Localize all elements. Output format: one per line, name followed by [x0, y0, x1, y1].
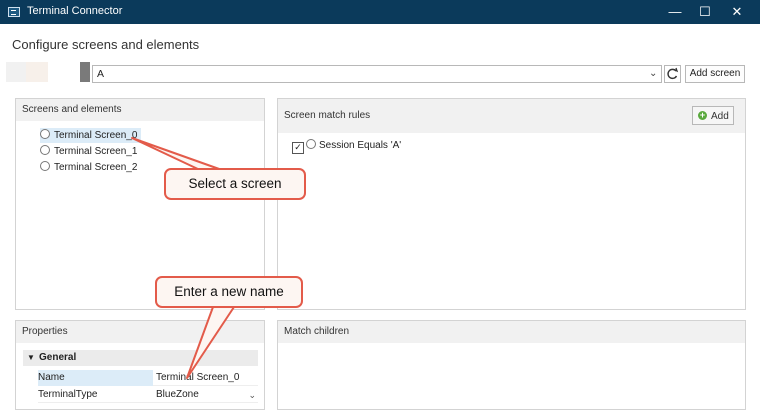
rules-panel-title: Screen match rules: [284, 110, 371, 121]
rule-label: Session Equals 'A': [319, 140, 402, 151]
tree-item-terminal-screen-1[interactable]: Terminal Screen_1: [40, 144, 137, 159]
tree-item-label: Terminal Screen_1: [54, 146, 138, 157]
rule-row[interactable]: ✓ Session Equals 'A': [292, 139, 402, 154]
maximize-button[interactable]: ☐: [690, 0, 720, 24]
tree-item-label: Terminal Screen_2: [54, 162, 138, 173]
callout-select-screen: Select a screen: [164, 168, 306, 200]
radio-icon: [40, 129, 50, 139]
properties-panel: Properties ▼ General Name Terminal Scree…: [15, 320, 265, 410]
title-bar: Terminal Connector — ☐ ✕: [0, 0, 760, 24]
chevron-down-icon[interactable]: ⌄: [649, 68, 657, 79]
add-rule-button[interactable]: + Add: [692, 106, 734, 125]
page-title: Configure screens and elements: [12, 37, 200, 52]
window-title: Terminal Connector: [27, 5, 123, 17]
screen-select[interactable]: A ⌄: [92, 65, 662, 83]
name-field[interactable]: Terminal Screen_0: [156, 370, 258, 386]
match-children-panel: Match children: [277, 320, 746, 410]
terminal-type-select[interactable]: BlueZone ⌄: [156, 387, 258, 403]
screens-panel-header: Screens and elements: [16, 99, 264, 121]
refresh-icon: [667, 67, 679, 80]
callout-enter-name: Enter a new name: [155, 276, 303, 308]
properties-panel-header: Properties: [16, 321, 264, 343]
property-group-label: General: [39, 352, 77, 363]
rule-checkbox[interactable]: ✓: [292, 142, 304, 154]
terminal-type-value: BlueZone: [156, 389, 199, 400]
add-rule-label: Add: [711, 111, 729, 122]
minimize-button[interactable]: —: [660, 0, 690, 24]
tree-item-label: Terminal Screen_0: [54, 130, 138, 141]
property-key: TerminalType: [38, 389, 98, 400]
add-icon: +: [698, 110, 707, 120]
screen-select-value: A: [97, 68, 105, 80]
rules-panel: Screen match rules + Add ✓ Session Equals…: [277, 98, 746, 310]
caret-down-icon: ▼: [27, 353, 35, 362]
swatch-segment: [6, 62, 26, 82]
property-row-terminal-type: TerminalType BlueZone ⌄: [38, 387, 258, 403]
radio-icon: [40, 161, 50, 171]
swatch-segment: [48, 62, 81, 82]
tree-item-terminal-screen-0[interactable]: Terminal Screen_0: [40, 128, 142, 143]
refresh-button[interactable]: [664, 65, 681, 83]
chevron-down-icon[interactable]: ⌄: [248, 387, 256, 403]
property-group-general[interactable]: ▼ General: [23, 350, 258, 366]
tree-item-terminal-screen-2[interactable]: Terminal Screen_2: [40, 160, 137, 175]
terminal-icon: [8, 7, 20, 17]
match-children-header: Match children: [278, 321, 745, 343]
property-row-name: Name Terminal Screen_0: [38, 370, 258, 386]
add-screen-button[interactable]: Add screen: [685, 65, 745, 83]
close-button[interactable]: ✕: [722, 0, 752, 24]
radio-icon: [40, 145, 50, 155]
radio-icon: [306, 139, 316, 149]
property-key: Name: [38, 370, 153, 386]
swatch-segment: [80, 62, 90, 82]
rules-panel-header: Screen match rules + Add: [278, 99, 745, 133]
color-swatch: [6, 62, 90, 82]
swatch-segment: [26, 62, 48, 82]
